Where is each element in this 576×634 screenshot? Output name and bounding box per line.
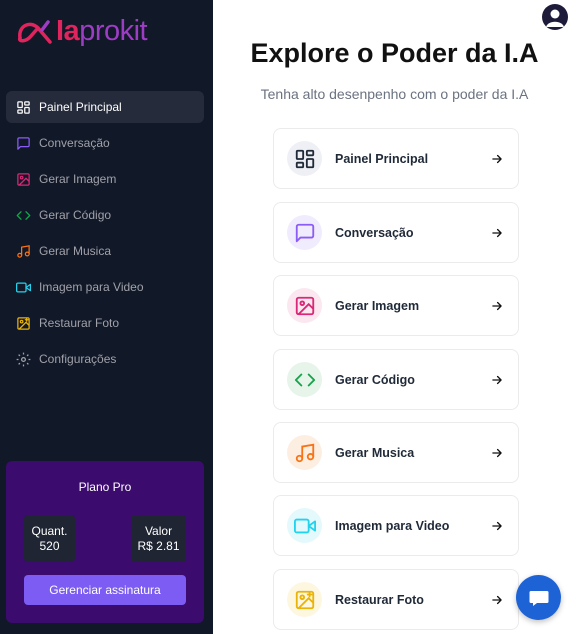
image-icon [16, 172, 31, 187]
card-gerar-imagem[interactable]: Gerar Imagem [273, 275, 519, 336]
sidebar-item-painel-principal[interactable]: Painel Principal [6, 91, 204, 123]
card-icon-circle [287, 508, 322, 543]
chat-widget-button[interactable] [516, 575, 561, 620]
avatar[interactable] [542, 4, 568, 30]
arrow-right-icon [492, 228, 502, 237]
quant-stat: Quant. 520 [24, 515, 75, 562]
logo-text: Iaprokit [56, 14, 148, 48]
logo-text-part2: prokit [79, 14, 148, 47]
valor-label: Valor [144, 523, 173, 538]
page-title: Explore o Poder da I.A [250, 38, 539, 68]
sidebar-item-label: Imagem para Video [39, 280, 144, 294]
sidebar-item-gerar-imagem[interactable]: Gerar Imagem [6, 163, 204, 195]
image-restore-icon [16, 316, 31, 331]
sidebar: Iaprokit Painel Principal Conversação Ge… [0, 0, 213, 634]
card-painel-principal[interactable]: Painel Principal [273, 128, 519, 189]
music-icon [295, 443, 314, 462]
sidebar-item-restaurar-foto[interactable]: Restaurar Foto [6, 307, 204, 339]
sidebar-item-label: Configurações [39, 352, 117, 366]
card-imagem-para-video[interactable]: Imagem para Video [273, 495, 519, 556]
card-restaurar-foto[interactable]: Restaurar Foto [273, 569, 519, 630]
image-restore-icon [295, 590, 314, 609]
arrow-right-icon [492, 595, 502, 604]
card-gerar-codigo[interactable]: Gerar Código [273, 349, 519, 410]
sidebar-item-label: Restaurar Foto [39, 316, 120, 330]
gear-icon [16, 352, 31, 367]
card-label: Restaurar Foto [335, 592, 424, 607]
card-label: Gerar Musica [335, 445, 415, 460]
page-subtitle: Tenha alto desenpenho com o poder da I.A [260, 86, 529, 102]
valor-value: R$ 2.81 [137, 538, 180, 553]
code-icon [16, 208, 31, 223]
card-icon-circle [287, 215, 322, 250]
image-icon [295, 296, 314, 315]
sidebar-item-label: Gerar Código [39, 208, 112, 222]
arrow-right-icon [492, 301, 502, 310]
card-label: Gerar Código [335, 372, 415, 387]
sidebar-item-label: Conversação [39, 136, 110, 150]
card-label: Conversação [335, 225, 414, 240]
chat-bubble-icon [529, 590, 548, 606]
sidebar-item-gerar-musica[interactable]: Gerar Musica [6, 235, 204, 267]
sidebar-item-conversacao[interactable]: Conversação [6, 127, 204, 159]
card-icon-circle [287, 288, 322, 323]
video-icon [16, 280, 31, 295]
user-icon [546, 9, 564, 27]
logo[interactable]: Iaprokit [14, 12, 148, 50]
card-icon-circle [287, 362, 322, 397]
dashboard-icon [295, 149, 314, 168]
sidebar-item-configuracoes[interactable]: Configurações [6, 343, 204, 375]
manage-subscription-button[interactable]: Gerenciar assinatura [24, 575, 186, 605]
card-icon-circle [287, 141, 322, 176]
sidebar-item-label: Gerar Imagem [39, 172, 117, 186]
music-icon [16, 244, 31, 259]
plan-title: Plano Pro [78, 480, 132, 494]
arrow-right-icon [492, 154, 502, 163]
logo-text-part1: Ia [56, 14, 80, 47]
arrow-right-icon [492, 448, 502, 457]
dashboard-icon [16, 100, 31, 115]
quant-label: Quant. [31, 523, 68, 538]
card-label: Painel Principal [335, 151, 429, 166]
card-conversacao[interactable]: Conversação [273, 202, 519, 263]
sidebar-nav: Painel Principal Conversação Gerar Image… [6, 91, 204, 379]
card-gerar-musica[interactable]: Gerar Musica [273, 422, 519, 483]
quant-value: 520 [39, 538, 60, 553]
card-icon-circle [287, 435, 322, 470]
valor-stat: Valor R$ 2.81 [131, 515, 186, 562]
arrow-right-icon [492, 521, 502, 530]
sidebar-item-label: Painel Principal [39, 100, 122, 114]
card-icon-circle [287, 582, 322, 617]
card-label: Gerar Imagem [335, 298, 420, 313]
video-icon [293, 518, 316, 533]
logo-mark-icon [17, 20, 52, 44]
sidebar-item-gerar-codigo[interactable]: Gerar Código [6, 199, 204, 231]
code-icon [294, 373, 315, 386]
card-label: Imagem para Video [335, 518, 450, 533]
message-icon [16, 136, 31, 151]
arrow-right-icon [492, 375, 502, 384]
sidebar-item-label: Gerar Musica [39, 244, 112, 258]
plan-card: Plano Pro Quant. 520 Valor R$ 2.81 Geren… [6, 461, 204, 623]
sidebar-item-imagem-para-video[interactable]: Imagem para Video [6, 271, 204, 303]
message-icon [295, 223, 314, 242]
